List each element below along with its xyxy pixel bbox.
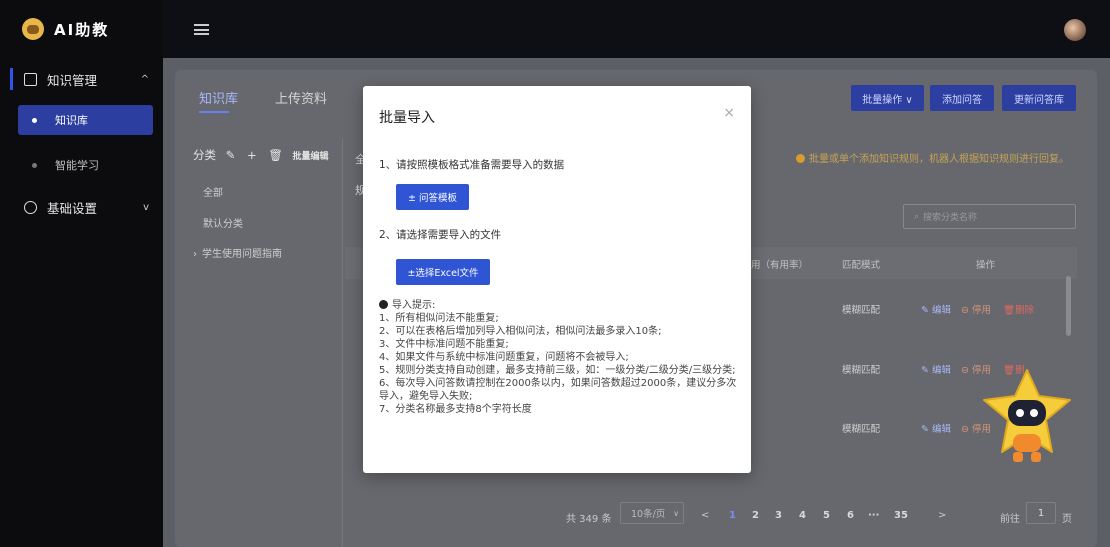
goto-label: 前往 xyxy=(1000,514,1020,525)
dialog-title: 批量导入 xyxy=(379,110,435,126)
more-pages[interactable]: ··· xyxy=(868,510,879,521)
next-page-button[interactable]: > xyxy=(938,510,946,521)
batch-operation-button[interactable]: 批量操作 ∨ xyxy=(851,85,924,111)
delete-icon[interactable]: 🗑 xyxy=(268,148,283,162)
match-mode-cell: 模糊匹配 xyxy=(842,424,881,435)
tip-line: 1、所有相似问法不能重复; xyxy=(379,313,499,324)
assistant-mascot[interactable] xyxy=(980,366,1075,466)
sidebar: AI助教 知识管理 ^ 知识库 智能学习 基础设置 v xyxy=(0,0,163,547)
delete-button[interactable]: 🗑删除 xyxy=(1003,302,1034,316)
sidebar-group-settings[interactable]: 基础设置 v xyxy=(0,190,163,224)
notice-text: 批量或单个添加知识规则，机器人根据知识规则进行回复。 xyxy=(796,150,1069,165)
disable-button[interactable]: ⊖ 停用 xyxy=(961,302,991,316)
sidebar-item-label: 智能学习 xyxy=(55,159,99,172)
close-icon[interactable]: × xyxy=(723,105,735,121)
match-mode-cell: 模糊匹配 xyxy=(842,365,881,376)
choose-excel-button[interactable]: ±选择Excel文件 xyxy=(396,259,490,285)
match-mode-cell: 模糊匹配 xyxy=(842,305,881,316)
edit-icon[interactable]: ✎ xyxy=(226,148,236,162)
tab-upload[interactable]: 上传资料 xyxy=(275,88,327,107)
top-bar xyxy=(163,0,1110,58)
info-icon xyxy=(379,300,388,309)
category-item-default[interactable]: 默认分类 xyxy=(203,215,243,230)
search-input[interactable]: ⌕ 搜索分类名称 xyxy=(903,204,1076,229)
column-header-match-mode: 匹配模式 xyxy=(842,260,881,271)
page-button[interactable]: 4 xyxy=(799,510,806,521)
avatar[interactable] xyxy=(1064,19,1086,41)
info-icon xyxy=(796,154,805,163)
column-header-usefulness: 用（有用率） xyxy=(751,260,809,271)
tip-line: 3、文件中标准问题不能重复; xyxy=(379,339,509,350)
tips-title: 导入提示: xyxy=(379,299,739,312)
chevron-up-icon: ^ xyxy=(140,73,149,85)
goto-page-input[interactable]: 1 xyxy=(1026,502,1056,524)
search-icon: ⌕ xyxy=(914,211,920,222)
page-button[interactable]: 6 xyxy=(847,510,854,521)
sidebar-item-smart-learning[interactable]: 智能学习 xyxy=(18,150,153,180)
page-button[interactable]: 3 xyxy=(775,510,782,521)
category-item-all[interactable]: 全部 xyxy=(203,184,223,199)
sidebar-group-label: 知识管理 xyxy=(47,72,98,88)
batch-import-dialog: 批量导入 × 1、请按照模板格式准备需要导入的数据 ± 问答模板 2、请选择需要… xyxy=(363,86,751,473)
bullet-icon xyxy=(32,117,37,123)
chevron-down-icon: v xyxy=(143,201,149,213)
app: AI助教 知识管理 ^ 知识库 智能学习 基础设置 v 知识库 上传资料 批量操… xyxy=(0,0,1110,547)
collapse-menu-icon[interactable] xyxy=(194,24,209,35)
tab-knowledge-base[interactable]: 知识库 xyxy=(199,88,238,107)
edit-button[interactable]: ✎ 编辑 xyxy=(921,362,951,376)
page-button[interactable]: 2 xyxy=(752,510,759,521)
batch-edit-button[interactable]: 批量编辑 xyxy=(293,152,329,162)
tip-line: 2、可以在表格后增加列导入相似问法，相似问法最多录入10条; xyxy=(379,326,662,337)
add-icon[interactable]: + xyxy=(247,148,257,162)
page-button[interactable]: 5 xyxy=(823,510,830,521)
tab-underline xyxy=(199,111,229,113)
tip-line: 4、如果文件与系统中标准问题重复，问题将不会被导入; xyxy=(379,352,629,363)
chevron-right-icon: › xyxy=(193,249,197,260)
total-count: 共 349 条 xyxy=(566,514,612,525)
page-button[interactable]: 35 xyxy=(894,510,908,521)
download-template-button[interactable]: ± 问答模板 xyxy=(396,184,469,210)
edit-button[interactable]: ✎ 编辑 xyxy=(921,302,951,316)
step-2-text: 2、请选择需要导入的文件 xyxy=(379,229,502,241)
table-scrollbar[interactable] xyxy=(1066,276,1071,336)
prev-page-button[interactable]: < xyxy=(701,510,709,521)
tip-line: 7、分类名称最多支持8个字符长度 xyxy=(379,404,532,415)
bullet-icon xyxy=(32,162,37,168)
column-header-actions: 操作 xyxy=(976,260,996,271)
app-name: AI助教 xyxy=(54,20,110,39)
edit-button[interactable]: ✎ 编辑 xyxy=(921,421,951,435)
tip-line: 6、每次导入问答数请控制在2000条以内，如果问答数超过2000条，建议分多次导… xyxy=(379,378,737,402)
update-qa-button[interactable]: 更新问答库 xyxy=(1002,85,1076,111)
add-qa-button[interactable]: 添加问答 xyxy=(930,85,994,111)
import-tips: 导入提示: 1、所有相似问法不能重复; 2、可以在表格后增加列导入相似问法，相似… xyxy=(379,299,739,416)
page-button[interactable]: 1 xyxy=(729,510,736,521)
sidebar-group-label: 基础设置 xyxy=(47,200,98,216)
page-size-select[interactable]: 10条/页 ∨ xyxy=(620,502,684,524)
sidebar-group-knowledge[interactable]: 知识管理 ^ xyxy=(0,62,163,96)
mascot-logo-icon xyxy=(22,18,44,40)
step-1-text: 1、请按照模板格式准备需要导入的数据 xyxy=(379,159,565,171)
sidebar-item-knowledge-base[interactable]: 知识库 xyxy=(18,105,153,135)
tip-line: 5、规则分类支持自动创建，最多支持前三级，如：一级分类/二级分类/三级分类; xyxy=(379,365,736,376)
app-logo: AI助教 xyxy=(0,0,163,58)
book-icon xyxy=(24,72,37,86)
category-item-guide[interactable]: › 学生使用问题指南 xyxy=(193,245,282,260)
category-header: 分类 ✎ + 🗑 批量编辑 xyxy=(193,148,329,162)
page-suffix: 页 xyxy=(1062,514,1072,525)
category-panel xyxy=(175,139,343,547)
chevron-down-icon: ∨ xyxy=(673,508,680,518)
sidebar-item-label: 知识库 xyxy=(55,114,88,127)
settings-icon xyxy=(24,200,37,214)
